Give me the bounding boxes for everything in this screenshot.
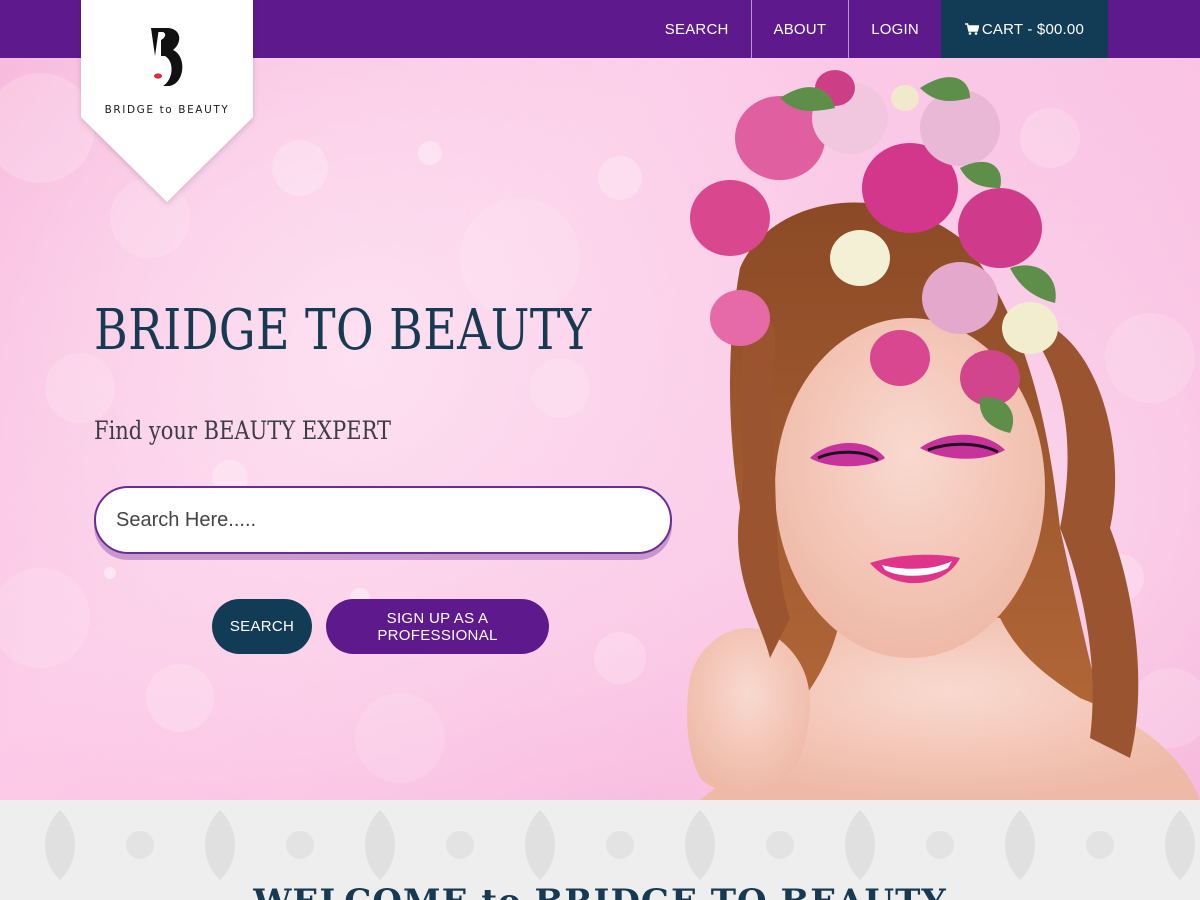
nav-login-link[interactable]: LOGIN [848,0,941,58]
shopping-cart-icon [964,23,979,35]
welcome-section: WELCOME to BRIDGE TO BEAUTY [0,800,1200,900]
hero-title: BRIDGE TO BEAUTY [94,298,592,363]
logo-wordmark: BRIDGE to BEAUTY [104,104,230,116]
logo-b-icon [151,28,183,86]
cart-label: CART - $00.00 [981,20,1084,38]
nav-about-link[interactable]: ABOUT [750,0,849,58]
nav-search-link[interactable]: SEARCH [643,0,751,58]
search-input[interactable] [94,486,672,554]
cart-button[interactable]: CART - $00.00 [940,0,1108,58]
hero-subtitle: Find your BEAUTY EXPERT [94,416,392,445]
main-nav: SEARCH ABOUT LOGIN CART - $00.00 [643,0,1108,58]
woman-with-flower-crown-photo [687,70,1200,800]
search-button[interactable]: SEARCH [212,599,312,654]
sign-up-professional-button[interactable]: SIGN UP AS A PROFESSIONAL [326,599,549,654]
site-logo[interactable]: BRIDGE to BEAUTY [81,0,253,202]
welcome-heading: WELCOME to BRIDGE TO BEAUTY [0,882,1200,900]
